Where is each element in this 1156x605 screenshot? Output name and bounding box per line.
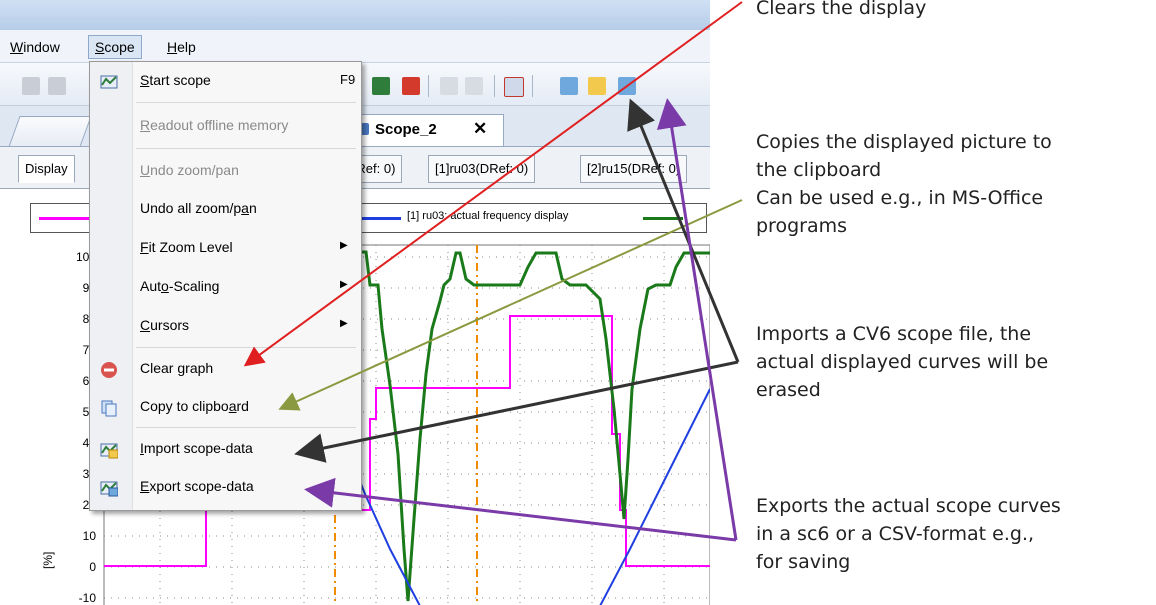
arrow-export-toolbar-icon	[656, 98, 738, 541]
arrow-import-menu-item	[294, 360, 739, 463]
arrow-import-toolbar-icon	[627, 98, 740, 363]
arrow-clear-graph	[243, 1, 743, 367]
arrow-export-menu-item	[304, 477, 737, 542]
callout-arrows	[243, 1, 743, 542]
